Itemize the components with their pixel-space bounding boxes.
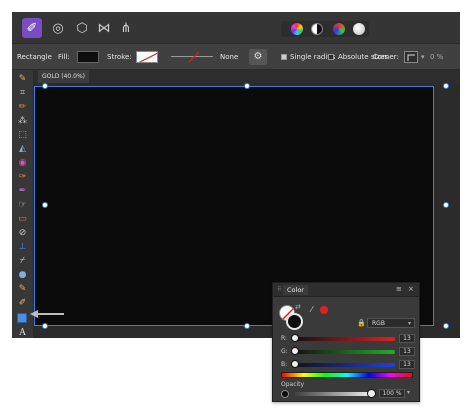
green-value-field[interactable]: 13 (399, 347, 415, 356)
resize-handle-top[interactable] (244, 83, 250, 89)
red-track[interactable] (293, 337, 395, 341)
color-model-value: RGB (372, 320, 385, 327)
opacity-value-field[interactable]: 100 % (379, 389, 405, 398)
contrast-mode-icon[interactable] (311, 23, 323, 35)
crop-tool-icon[interactable]: ⌗ (16, 87, 29, 100)
gear-icon[interactable]: ⚙ (249, 49, 267, 65)
rgb-mode-icon[interactable] (333, 23, 345, 35)
resize-handle-bottom[interactable] (244, 323, 250, 329)
corner-type-dropdown[interactable] (404, 51, 418, 63)
white-mode-icon[interactable] (353, 23, 365, 35)
context-toolbar: Rectangle Fill: Stroke: None ⚙ Single ra… (12, 44, 460, 70)
green-label: G: (281, 348, 288, 355)
fill-label: Fill: (58, 53, 70, 61)
document-tab-bar: GOLD (40.0%) (34, 70, 460, 83)
blur-tool-icon[interactable]: ● (16, 269, 29, 282)
stroke-swatch[interactable] (136, 51, 158, 63)
opacity-knob[interactable] (367, 389, 376, 398)
persona-toolbar: ✐ ◎ ⬡ ⋈ ⋔ (12, 12, 460, 44)
tools-panel: ✎ ⌗ ✏ ⁂ ⬚ ◭ ◉ ✑ ✒ ☞ ▭ ⊘ ⊥ ⌿ ● ✎ ✐ A (12, 70, 34, 338)
opacity-track[interactable] (293, 392, 369, 396)
stamp-tool-icon[interactable]: ⊥ (16, 241, 29, 254)
blue-value-field[interactable]: 13 (399, 360, 415, 369)
shape-brush-icon[interactable]: ✐ (16, 297, 29, 310)
color-panel-header[interactable]: ⠿ Color ≡ × (273, 283, 419, 297)
stroke-none-mark-icon (188, 51, 200, 63)
swap-colors-icon[interactable]: ⇄ (295, 303, 301, 311)
opacity-color-dot (281, 390, 289, 398)
retouch-brush-icon[interactable]: ✒ (16, 185, 29, 198)
fill-stroke-well[interactable] (279, 305, 305, 330)
view-mode-group (281, 21, 369, 37)
resize-handle-right[interactable] (443, 202, 449, 208)
picked-color-swatch[interactable] (320, 306, 328, 314)
marquee-select-icon[interactable]: ⬚ (16, 129, 29, 142)
shape-name-label: Rectangle (17, 53, 52, 61)
pixel-persona-icon[interactable]: ◎ (48, 18, 68, 38)
distribute-icon[interactable]: ⋈ (94, 18, 114, 38)
chevron-down-icon[interactable]: ▾ (421, 44, 425, 70)
document-tab[interactable]: GOLD (40.0%) (38, 70, 89, 83)
share-icon[interactable]: ⋔ (116, 18, 136, 38)
green-slider[interactable]: G: 13 (281, 347, 415, 357)
color-picker-icon[interactable]: ◉ (16, 157, 29, 170)
smudge-icon[interactable]: ☞ (16, 199, 29, 212)
color-model-dropdown[interactable]: RGB ▾ (367, 318, 415, 328)
pointer-arrow-icon (30, 310, 64, 318)
color-panel-title[interactable]: Color (283, 285, 308, 295)
resize-handle-top-left[interactable] (42, 83, 48, 89)
red-slider[interactable]: R: 13 (281, 334, 415, 344)
dodge-tool-icon[interactable]: ⊘ (16, 227, 29, 240)
dropper-icon[interactable]: ⌿ (16, 255, 29, 268)
drag-grip-icon[interactable]: ⠿ (277, 286, 281, 293)
resize-handle-bottom-left[interactable] (42, 323, 48, 329)
opacity-label: Opacity (281, 381, 305, 388)
pen-tool-icon[interactable]: ✎ (16, 73, 29, 86)
resize-handle-top-right[interactable] (443, 83, 449, 89)
green-knob[interactable] (291, 347, 299, 355)
green-track[interactable] (293, 350, 395, 354)
fill-swatch[interactable] (77, 51, 99, 63)
absolute-sizes-checkbox[interactable] (328, 54, 334, 60)
chevron-down-icon[interactable]: ▾ (407, 389, 410, 396)
stroke-value: None (220, 53, 239, 61)
export-persona-icon[interactable]: ⬡ (72, 18, 92, 38)
text-tool-icon[interactable]: A (16, 327, 29, 338)
blue-label: B: (281, 361, 288, 368)
corner-shape-icon (407, 54, 415, 61)
blue-slider[interactable]: B: 13 (281, 360, 415, 370)
fill-bucket-icon[interactable]: ◭ (16, 143, 29, 156)
fill-well[interactable] (286, 313, 303, 330)
eraser-icon[interactable]: ▭ (16, 213, 29, 226)
corner-value[interactable]: 0 % (430, 44, 443, 70)
resize-handle-bottom-right[interactable] (443, 323, 449, 329)
blue-knob[interactable] (291, 360, 299, 368)
corner-label: Corner: (373, 53, 399, 61)
close-icon[interactable]: × (408, 285, 414, 293)
red-label: R: (281, 335, 288, 342)
panel-menu-icon[interactable]: ≡ (396, 285, 402, 293)
rectangle-tool-icon[interactable] (17, 313, 27, 323)
magic-wand-icon[interactable]: ⁂ (16, 115, 29, 128)
stroke-label: Stroke: (107, 53, 132, 61)
eyedropper-icon[interactable]: ⁄ (311, 305, 312, 314)
color-panel: ⠿ Color ≡ × ⇄ ⁄ 🔒 RGB ▾ R: 13 G: 13 B: 1… (272, 282, 420, 402)
spectrum-bar[interactable] (281, 372, 413, 378)
brush-tool-icon[interactable]: ✏ (16, 101, 29, 114)
chevron-down-icon: ▾ (407, 320, 411, 327)
single-radius-checkbox[interactable] (281, 54, 287, 60)
none-slash-icon (138, 52, 157, 62)
designer-persona-icon[interactable]: ✐ (22, 18, 42, 38)
lock-icon[interactable]: 🔒 (357, 319, 366, 327)
red-knob[interactable] (291, 334, 299, 342)
blue-track[interactable] (293, 363, 395, 367)
pencil-tool-icon[interactable]: ✎ (16, 283, 29, 296)
resize-handle-left[interactable] (42, 202, 48, 208)
paint-brush-icon[interactable]: ✑ (16, 171, 29, 184)
red-value-field[interactable]: 13 (399, 334, 415, 343)
color-wheel-mode-icon[interactable] (291, 23, 303, 35)
